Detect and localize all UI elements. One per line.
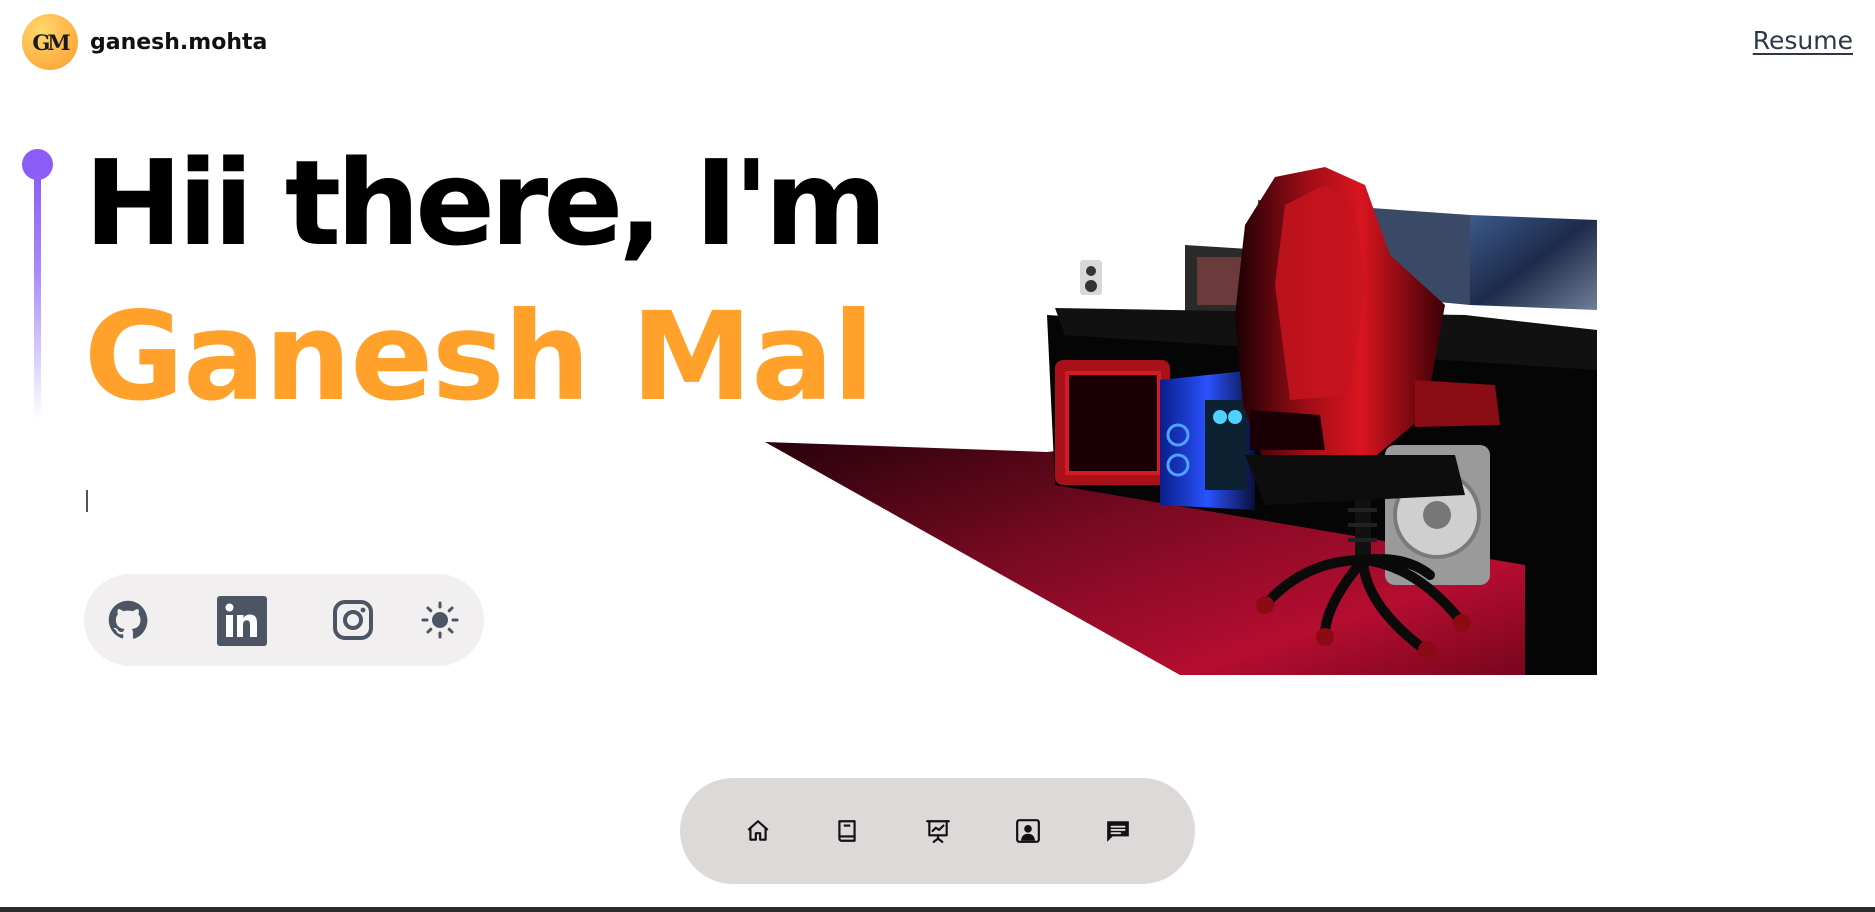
presentation-icon[interactable] bbox=[918, 811, 958, 851]
bottom-dock-nav bbox=[680, 778, 1195, 884]
social-links-bar bbox=[84, 574, 484, 666]
book-icon[interactable] bbox=[827, 811, 867, 851]
resume-link[interactable]: Resume bbox=[1753, 26, 1853, 55]
typing-cursor bbox=[86, 490, 88, 512]
logo-text: GM bbox=[32, 29, 70, 55]
timeline-line bbox=[34, 170, 41, 420]
instagram-icon[interactable] bbox=[332, 599, 374, 641]
hero-greeting: Hii there, I'm bbox=[84, 134, 887, 272]
gaming-room-illustration bbox=[765, 167, 1597, 675]
chat-icon[interactable] bbox=[1098, 811, 1138, 851]
brand[interactable]: GM ganesh.mohta bbox=[22, 14, 267, 70]
contact-card-icon[interactable] bbox=[1008, 811, 1048, 851]
sun-icon[interactable] bbox=[420, 600, 460, 640]
hero-name: Ganesh Mal bbox=[84, 286, 875, 428]
home-icon[interactable] bbox=[738, 811, 778, 851]
brand-name[interactable]: ganesh.mohta bbox=[90, 30, 267, 55]
bottom-edge-bar bbox=[0, 907, 1875, 912]
logo-avatar[interactable]: GM bbox=[22, 14, 78, 70]
portfolio-page: GM ganesh.mohta Resume Hii there, I'm Ga… bbox=[0, 0, 1875, 912]
linkedin-icon[interactable] bbox=[217, 596, 267, 646]
github-icon[interactable] bbox=[106, 598, 150, 642]
